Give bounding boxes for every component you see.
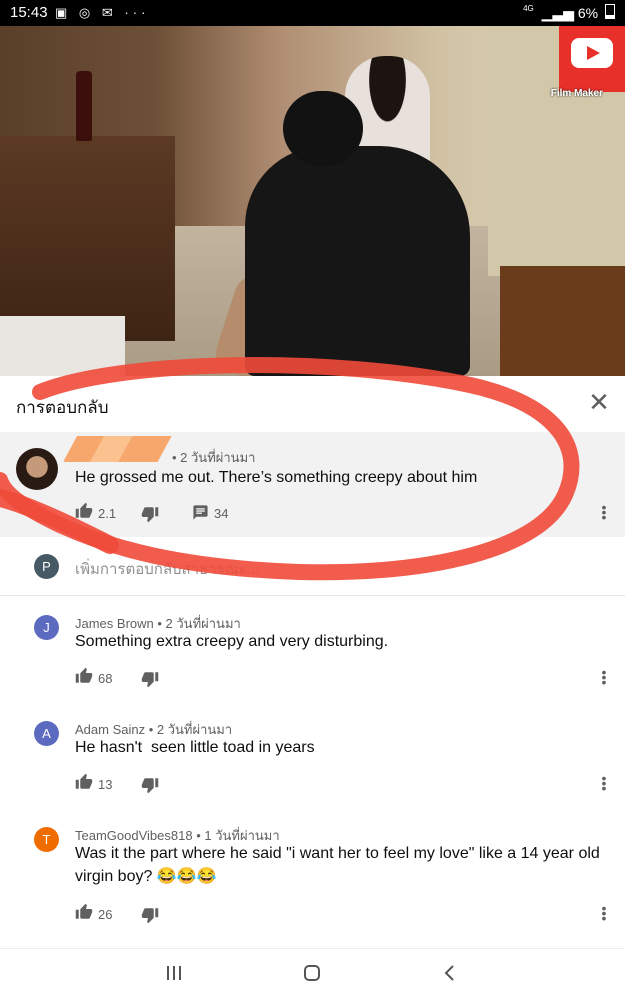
thumbs-down-icon[interactable]	[141, 505, 159, 523]
more-options-icon[interactable]: • • •	[599, 901, 609, 925]
avatar[interactable]: J	[34, 615, 59, 640]
more-options-icon[interactable]: • • •	[599, 500, 609, 524]
system-status: 4G ▁▃▅ 6%	[523, 4, 615, 22]
reply-count: 34	[214, 506, 229, 521]
comment-actions: 2.1 34	[75, 502, 615, 526]
thumbs-up-icon[interactable]	[75, 502, 93, 520]
comment-time: • 2 วันที่ผ่านมา	[172, 450, 256, 465]
comment-text: He grossed me out. There’s something cre…	[75, 469, 478, 486]
like-count: 26	[98, 907, 113, 922]
list-item: T TeamGoodVibes818 • 1 วันที่ผ่านมา Was …	[0, 808, 625, 946]
list-item: A Adam Sainz • 2 วันที่ผ่านมา He hasn't …	[0, 702, 625, 806]
close-icon[interactable]: ✕	[587, 389, 611, 415]
recent-apps-icon[interactable]	[160, 963, 188, 987]
channel-watermark	[559, 26, 625, 92]
comment-actions: 13	[75, 773, 615, 797]
comment-author[interactable]: Adam Sainz	[75, 722, 145, 737]
comment-text: Was it the part where he said "i want he…	[75, 845, 600, 885]
image-icon: ▣	[55, 5, 72, 20]
like-count: 68	[98, 671, 113, 686]
thumbs-up-icon[interactable]	[75, 903, 93, 921]
list-item: J James Brown • 2 วันที่ผ่านมา Something…	[0, 596, 625, 700]
more-options-icon[interactable]: • • •	[599, 771, 609, 795]
comment-author[interactable]: TeamGoodVibes818	[75, 828, 193, 843]
clock: 15:43	[10, 4, 48, 21]
battery-icon	[605, 4, 615, 19]
thumbs-up-icon[interactable]	[75, 667, 93, 685]
panel-title: การตอบกลับ	[16, 398, 109, 417]
reply-icon[interactable]	[192, 504, 209, 521]
back-icon[interactable]	[436, 963, 464, 987]
more-options-icon[interactable]: • • •	[599, 665, 609, 689]
status-bar: 15:43 ▣ ◎ ✉ ··· 4G ▁▃▅ 6%	[0, 0, 625, 26]
more-icon: ···	[124, 5, 150, 20]
chat-icon: ◎	[78, 5, 95, 20]
thumbs-down-icon[interactable]	[141, 776, 159, 794]
thumbs-down-icon[interactable]	[141, 906, 159, 924]
avatar: P	[34, 554, 59, 579]
comment-time: • 1 วันที่ผ่านมา	[196, 828, 280, 843]
comment-text: Something extra creepy and very disturbi…	[75, 633, 389, 650]
avatar[interactable]: A	[34, 721, 59, 746]
comment-text: He hasn't seen little toad in years	[75, 739, 315, 756]
avatar[interactable]	[16, 448, 58, 490]
signal-icon: ▁▃▅	[541, 5, 574, 21]
like-count: 13	[98, 777, 113, 792]
replies-header: การตอบกลับ ✕	[0, 376, 625, 433]
thumbs-up-icon[interactable]	[75, 773, 93, 791]
highlighted-comment: • 2 วันที่ผ่านมา He grossed me out. Ther…	[0, 432, 625, 537]
redacted-author-name	[60, 436, 178, 462]
comment-time: • 2 วันที่ผ่านมา	[148, 722, 233, 737]
comment-actions: 68	[75, 667, 615, 691]
video-player[interactable]: Film Maker	[0, 26, 625, 376]
reply-input-row[interactable]: P เพิ่มการตอบกลับสาธารณะ...	[0, 537, 625, 596]
watermark-text: Film Maker	[550, 88, 603, 99]
home-icon[interactable]	[298, 963, 326, 987]
reply-input[interactable]: เพิ่มการตอบกลับสาธารณะ...	[75, 557, 259, 581]
youtube-play-icon	[571, 38, 613, 68]
avatar[interactable]: T	[34, 827, 59, 852]
comment-author[interactable]: James Brown	[75, 616, 154, 631]
battery-level: 6%	[577, 5, 599, 21]
notification-icons: ▣ ◎ ✉ ···	[55, 5, 149, 21]
network-label: 4G	[523, 4, 534, 13]
mail-icon: ✉	[101, 5, 117, 20]
like-count: 2.1	[98, 506, 117, 521]
comment-time: • 2 วันที่ผ่านมา	[157, 616, 241, 631]
comment-actions: 26	[75, 903, 615, 927]
thumbs-down-icon[interactable]	[141, 670, 159, 688]
system-nav-bar	[0, 948, 625, 1001]
